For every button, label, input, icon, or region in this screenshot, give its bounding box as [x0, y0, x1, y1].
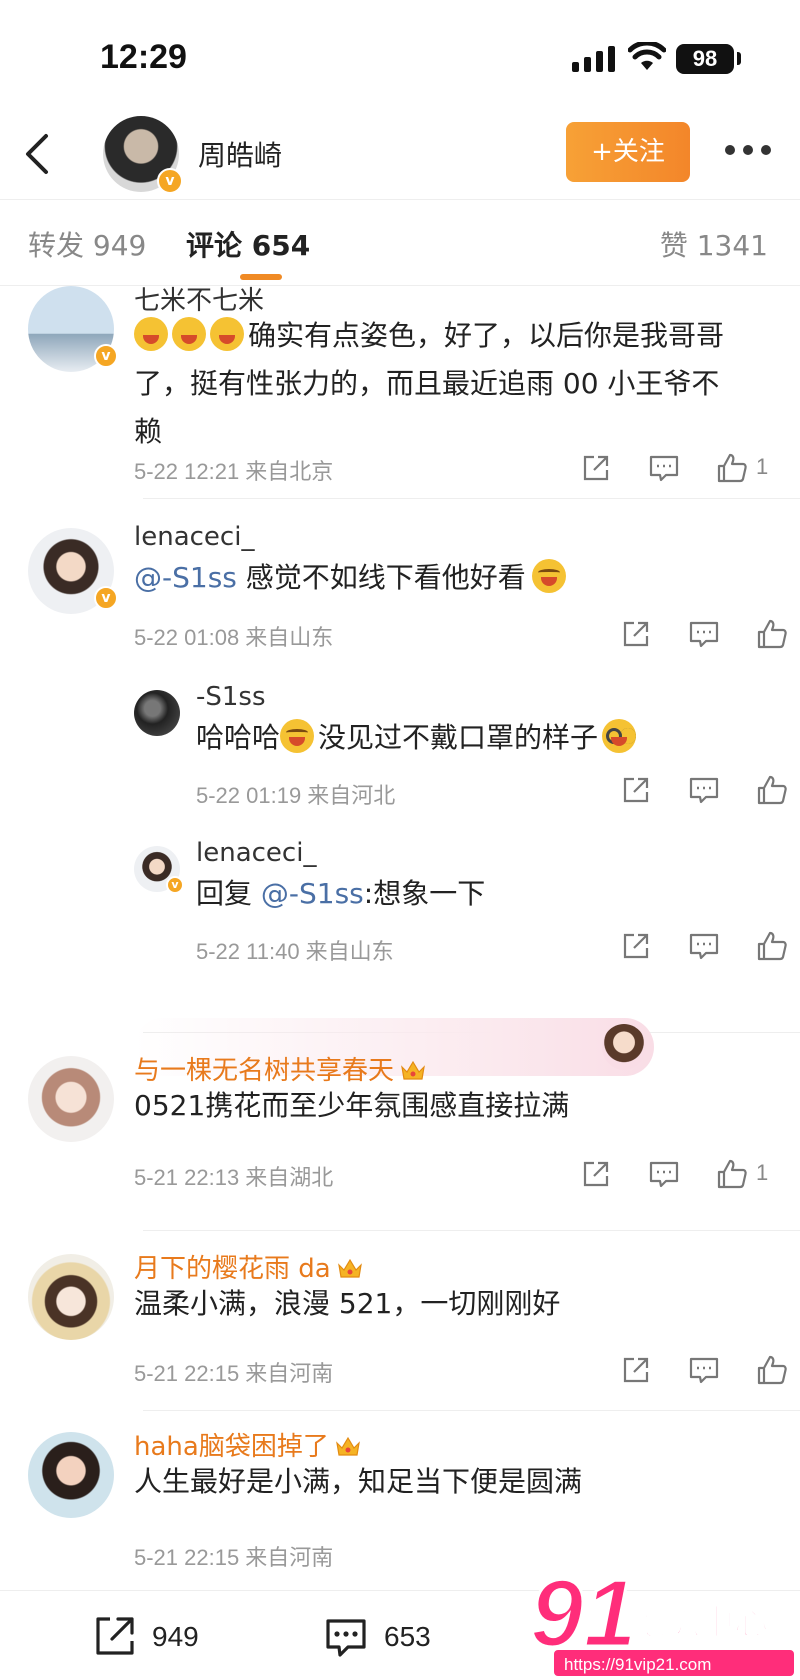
comment-item: 月下的樱花雨 da 温柔小满，浪漫 521，一切刚刚好 5-21 22:15 来… [0, 1254, 800, 1404]
reply-item: v lenaceci_ 回复 @-S1ss:想象一下 5-22 11:40 来自… [0, 838, 800, 986]
author-avatar[interactable]: v [103, 116, 183, 194]
share-icon[interactable] [620, 618, 652, 650]
like-icon[interactable] [756, 774, 788, 806]
share-icon[interactable] [580, 1158, 612, 1190]
reply-text: 哈哈哈 没见过不戴口罩的样子 [196, 714, 756, 762]
comment-item: v lenaceci_ @-S1ss 感觉不如线下看他好看 5-22 01:08… [0, 522, 800, 668]
crown-badge-icon [337, 1258, 362, 1278]
reply-actions [620, 774, 787, 808]
like-icon[interactable] [716, 452, 748, 484]
reply-meta: 5-22 01:19 来自河北 [196, 783, 396, 808]
divider [143, 1230, 800, 1231]
battery-indicator: 98 [676, 44, 734, 74]
crown-badge-icon [335, 1436, 360, 1456]
status-bar: 12:29 98 [0, 0, 800, 110]
laughing-emoji-icon [280, 719, 315, 753]
author-name[interactable]: 周皓崎 [198, 134, 282, 174]
comment-item: v 七米不七米 确实有点姿色，好了，以后你是我哥哥了，挺有性张力的，而且最近追雨… [0, 286, 800, 500]
comment-actions: 1 [580, 452, 770, 486]
comment-meta: 5-22 12:21 来自北京 [134, 459, 334, 484]
reply-icon[interactable] [688, 618, 720, 650]
battery-tip [737, 52, 741, 65]
mention-link[interactable]: @-S1ss [134, 561, 237, 594]
share-icon[interactable] [620, 774, 652, 806]
post-tabs: 转发 949 评论 654 赞 1341 [0, 200, 800, 286]
post-header: v 周皓崎 +关注 [0, 110, 800, 200]
replier-name[interactable]: -S1ss [196, 682, 266, 712]
comment-item: 与一棵无名树共享春天 0521携花而至少年氛围感直接拉满 5-21 22:13 … [0, 1056, 800, 1226]
tab-likes[interactable]: 赞 1341 [660, 224, 768, 264]
comment-text: 温柔小满，浪漫 521，一切刚刚好 [134, 1287, 561, 1320]
replier-avatar[interactable] [134, 690, 180, 736]
signal-icon [572, 46, 615, 72]
comment-text: 0521携花而至少年氛围感直接拉满 [134, 1089, 570, 1122]
comment-count: 653 [384, 1621, 431, 1652]
reply-text: 回复 @-S1ss:想象一下 [196, 877, 486, 910]
verified-badge-icon: v [157, 168, 183, 194]
laughing-emoji-icon [531, 559, 566, 593]
comment-icon [326, 1619, 366, 1657]
comment-meta: 5-21 22:15 来自河南 [134, 1545, 334, 1570]
share-icon[interactable] [580, 452, 612, 484]
commenter-avatar[interactable] [28, 1056, 114, 1142]
verified-badge-icon: v [94, 586, 118, 610]
watermark-logo: 91 吃瓜中心 https://91vip21.com [529, 1559, 794, 1676]
comment-actions: 1 [580, 1158, 770, 1192]
site-watermark: 91 吃瓜中心 https://91vip21.com [529, 1559, 800, 1680]
comment-button[interactable]: 653 [322, 1613, 452, 1663]
reply-icon[interactable] [688, 774, 720, 806]
svg-text:https://91vip21.com: https://91vip21.com [564, 1655, 711, 1674]
reply-icon[interactable] [688, 1354, 720, 1386]
repost-count: 949 [152, 1621, 199, 1652]
mention-link[interactable]: @-S1ss [261, 877, 364, 910]
divider [143, 1410, 800, 1411]
glasses-emoji-icon [602, 719, 637, 753]
like-icon[interactable] [756, 618, 788, 650]
share-icon[interactable] [620, 1354, 652, 1386]
commenter-avatar[interactable] [28, 1254, 114, 1340]
reply-icon[interactable] [688, 930, 720, 962]
comment-text: 人生最好是小满，知足当下便是圆满 [134, 1465, 583, 1498]
like-icon[interactable] [756, 930, 788, 962]
divider [143, 498, 800, 499]
share-icon[interactable] [620, 930, 652, 962]
verified-badge-icon: v [166, 876, 184, 894]
emoji-icon [134, 317, 168, 351]
tab-repost[interactable]: 转发 949 [28, 224, 146, 264]
comment-meta: 5-22 01:08 来自山东 [134, 625, 334, 650]
commenter-avatar[interactable] [28, 1432, 114, 1518]
commenter-name[interactable]: lenaceci_ [134, 522, 254, 552]
replier-name[interactable]: lenaceci_ [196, 838, 316, 868]
reply-meta: 5-22 11:40 来自山东 [196, 939, 394, 964]
comment-meta: 5-21 22:13 来自湖北 [134, 1165, 334, 1190]
reply-actions [620, 930, 787, 964]
comment-actions [620, 618, 787, 652]
comment-text: @-S1ss 感觉不如线下看他好看 [134, 554, 734, 602]
status-time: 12:29 [100, 38, 187, 76]
like-icon[interactable] [716, 1158, 748, 1190]
repost-icon [96, 1617, 134, 1655]
verified-badge-icon: v [94, 344, 118, 368]
svg-text:吃瓜中心: 吃瓜中心 [632, 1603, 768, 1643]
emoji-icon [172, 317, 206, 351]
emoji-icon [210, 317, 244, 351]
crown-badge-icon [401, 1060, 425, 1080]
comment-text: 确实有点姿色，好了，以后你是我哥哥了，挺有性张力的，而且最近追雨 00 小王爷不… [134, 317, 725, 448]
commenter-avatar[interactable]: v [28, 286, 118, 372]
repost-button[interactable]: 949 [90, 1613, 220, 1663]
like-count: 1 [756, 454, 769, 479]
like-count: 1 [756, 1160, 769, 1185]
comment-meta: 5-21 22:15 来自河南 [134, 1361, 334, 1386]
wifi-icon [628, 42, 666, 70]
more-options-icon[interactable] [724, 142, 772, 158]
follow-button[interactable]: +关注 [566, 122, 690, 182]
replier-avatar[interactable]: v [134, 846, 184, 894]
reply-icon[interactable] [648, 452, 680, 484]
reply-icon[interactable] [648, 1158, 680, 1190]
commenter-avatar[interactable]: v [28, 528, 118, 614]
comment-actions [620, 1354, 787, 1388]
reply-item: -S1ss 哈哈哈 没见过不戴口罩的样子 5-22 01:19 来自河北 [0, 682, 800, 830]
like-icon[interactable] [756, 1354, 788, 1386]
back-arrow-icon[interactable] [20, 130, 56, 178]
